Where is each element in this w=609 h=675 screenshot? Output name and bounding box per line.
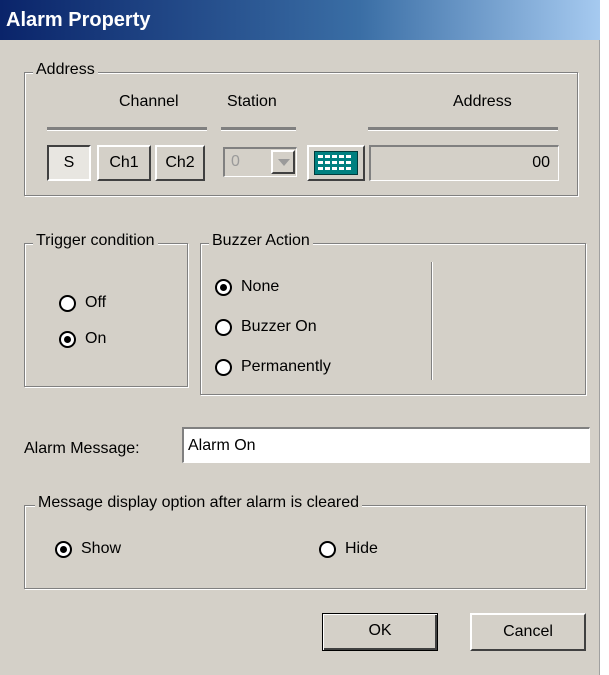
address-legend: Address — [33, 61, 98, 79]
window-title: Alarm Property — [6, 9, 151, 31]
trigger-off-label: Off — [85, 294, 107, 311]
ok-button[interactable]: OK — [322, 613, 438, 651]
channel-button-ch1-label: Ch1 — [109, 154, 139, 171]
buzzer-none-label: None — [241, 278, 280, 295]
trigger-off-radio-indicator — [59, 294, 76, 312]
display-show-label: Show — [81, 540, 122, 557]
buzzer-none-radio-indicator — [215, 278, 232, 296]
keypad-button[interactable] — [307, 145, 365, 181]
station-header: Station — [227, 93, 277, 110]
alarm-property-dialog: Alarm Property Address Channel Station A… — [0, 0, 600, 675]
channel-button-ch2[interactable]: Ch2 — [155, 145, 205, 181]
message-display-group: Message display option after alarm is cl… — [24, 494, 586, 589]
address-divider — [368, 127, 558, 131]
chevron-down-icon — [278, 159, 290, 166]
address-value: 00 — [532, 154, 550, 171]
display-show-radio-indicator — [55, 540, 72, 558]
channel-button-ch1[interactable]: Ch1 — [97, 145, 151, 181]
alarm-message-input[interactable] — [182, 427, 590, 463]
station-dropdown-button[interactable] — [271, 150, 295, 174]
channel-button-s-label: S — [63, 154, 75, 171]
channel-divider — [47, 127, 207, 131]
cancel-button-label: Cancel — [503, 623, 553, 640]
station-divider — [221, 127, 296, 131]
channel-button-s[interactable]: S — [47, 145, 91, 181]
address-field[interactable]: 00 — [369, 145, 559, 181]
trigger-off-radio[interactable]: Off — [59, 294, 106, 312]
trigger-on-radio-indicator — [59, 330, 76, 348]
buzzer-permanently-radio[interactable]: Permanently — [215, 358, 331, 376]
buzzer-on-label: Buzzer On — [241, 318, 317, 335]
address-header: Address — [453, 93, 512, 110]
display-hide-radio[interactable]: Hide — [319, 540, 378, 558]
display-hide-label: Hide — [345, 540, 378, 557]
ok-button-label: OK — [368, 622, 392, 639]
channel-header: Channel — [119, 93, 179, 110]
buzzer-permanently-radio-indicator — [215, 358, 232, 376]
message-display-legend: Message display option after alarm is cl… — [35, 494, 363, 512]
display-hide-radio-indicator — [319, 540, 336, 558]
trigger-condition-legend: Trigger condition — [33, 232, 158, 250]
station-value: 0 — [231, 153, 240, 170]
trigger-on-radio[interactable]: On — [59, 330, 106, 348]
address-group: Address Channel Station Address S Ch1 Ch… — [24, 61, 578, 196]
station-select[interactable]: 0 — [223, 147, 297, 177]
display-show-radio[interactable]: Show — [55, 540, 121, 558]
buzzer-permanently-label: Permanently — [241, 358, 331, 375]
cancel-button[interactable]: Cancel — [470, 613, 586, 651]
keypad-icon — [314, 151, 358, 175]
buzzer-on-radio[interactable]: Buzzer On — [215, 318, 317, 336]
trigger-on-label: On — [85, 330, 107, 347]
alarm-message-label: Alarm Message: — [24, 440, 140, 457]
buzzer-action-group: Buzzer Action None Buzzer On Permanently — [200, 232, 586, 395]
title-bar[interactable]: Alarm Property — [0, 0, 600, 40]
channel-button-ch2-label: Ch2 — [165, 154, 195, 171]
vertical-divider — [431, 262, 433, 380]
trigger-condition-group: Trigger condition Off On — [24, 232, 188, 387]
buzzer-none-radio[interactable]: None — [215, 278, 279, 296]
buzzer-on-radio-indicator — [215, 318, 232, 336]
buzzer-action-legend: Buzzer Action — [209, 232, 313, 250]
